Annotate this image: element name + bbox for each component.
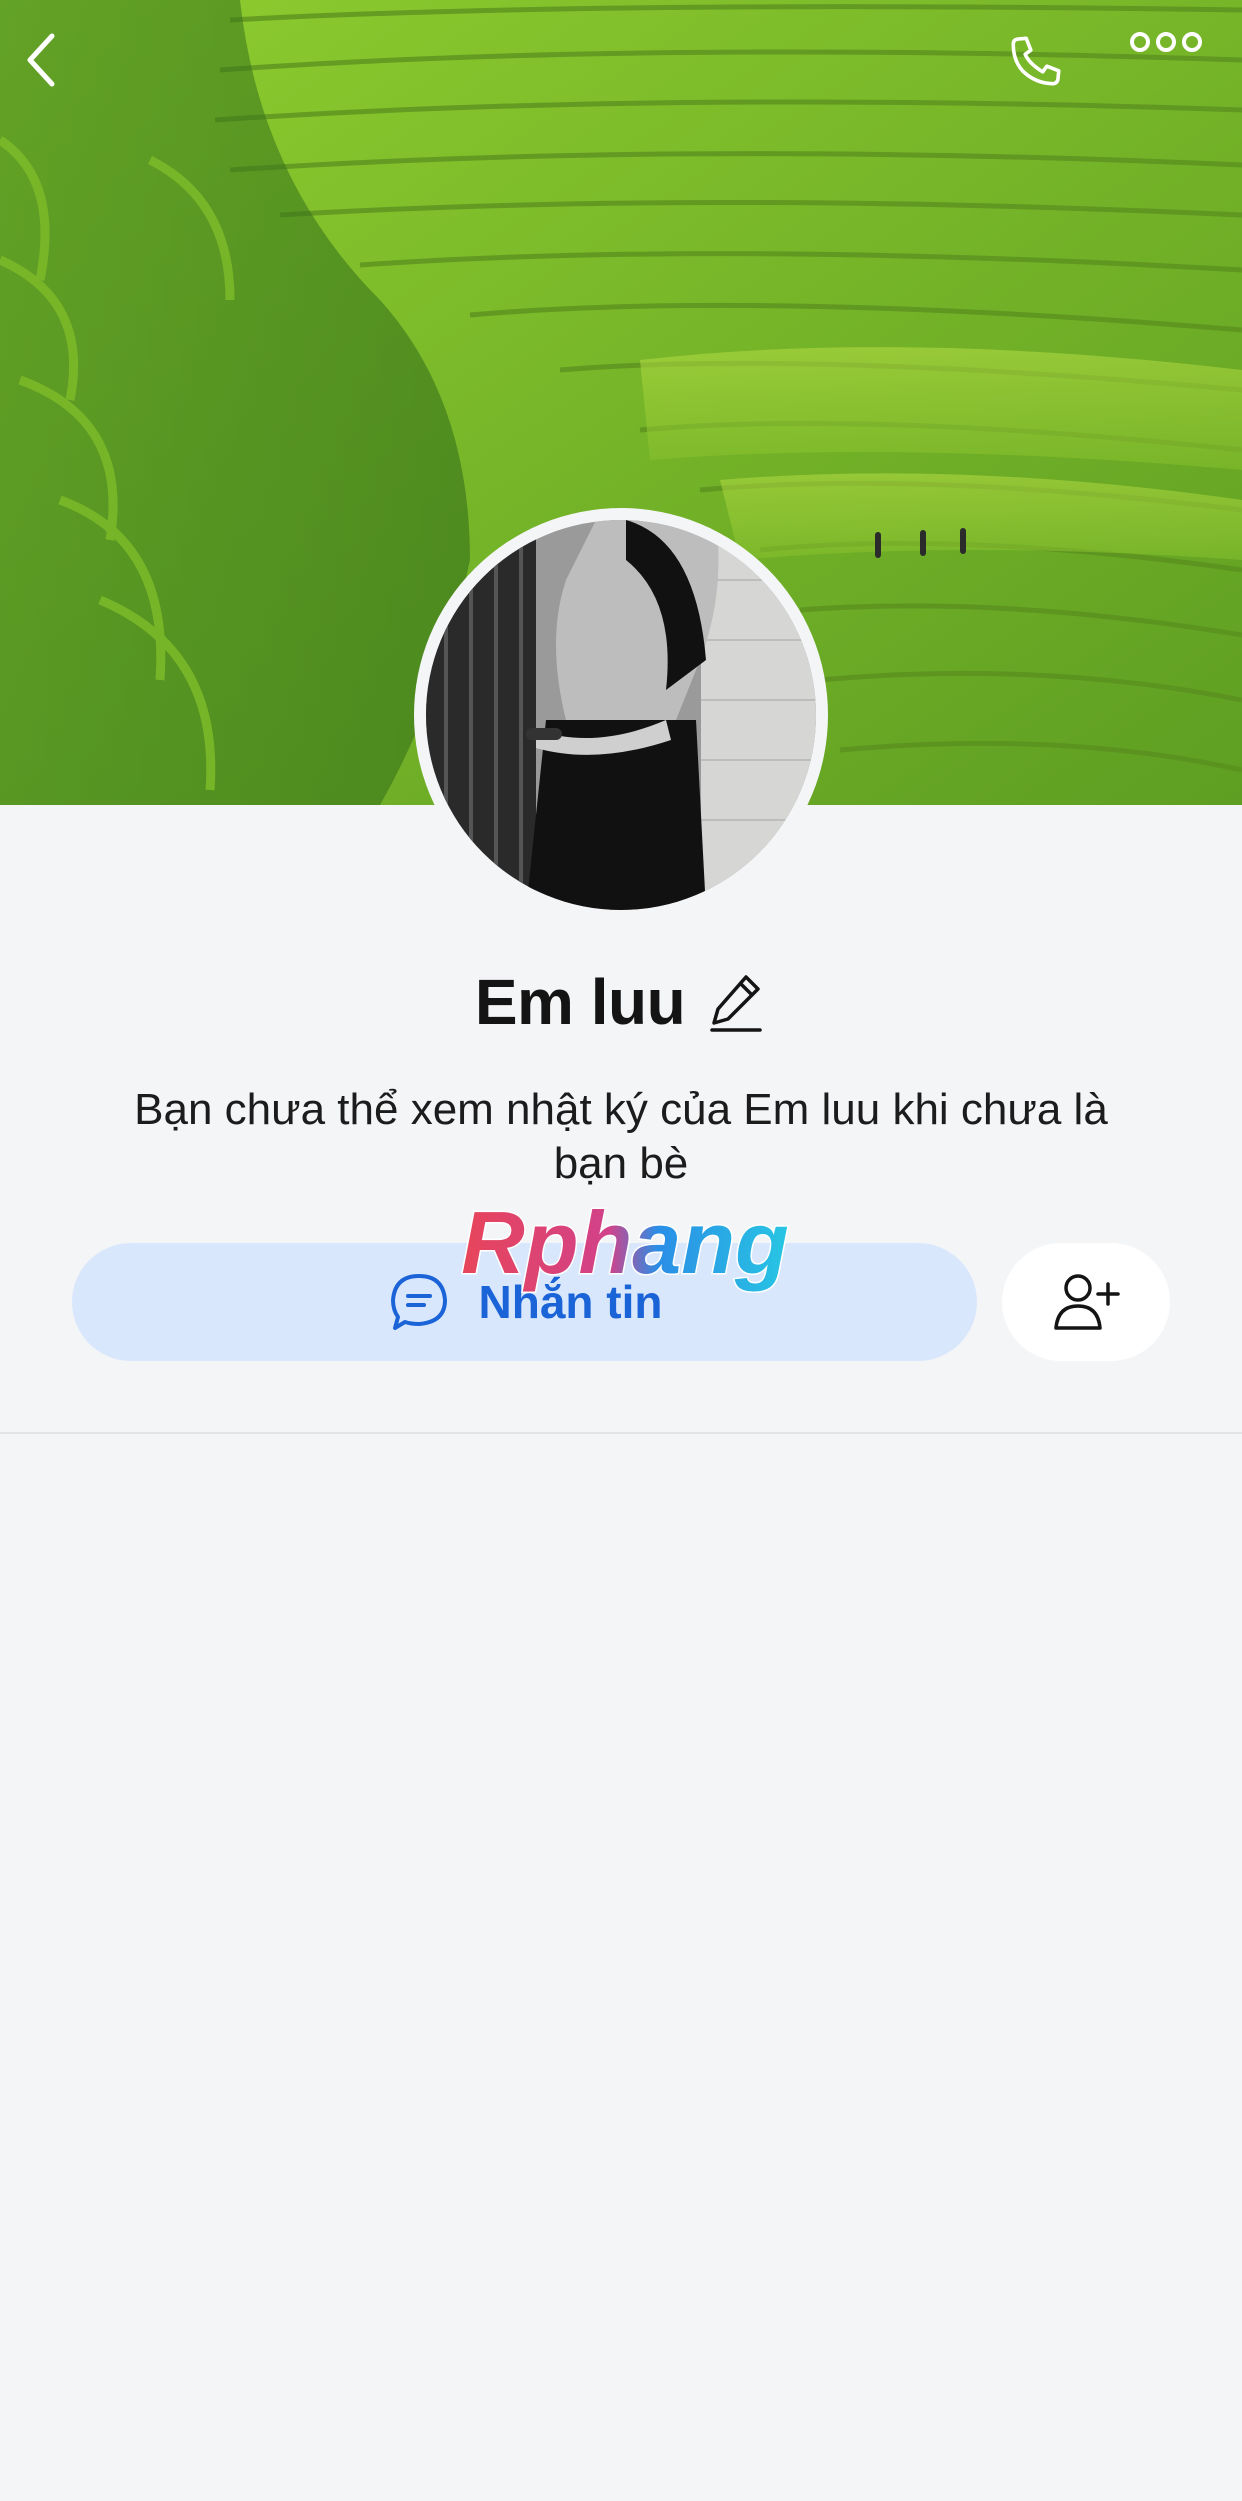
pencil-icon xyxy=(710,975,762,1032)
avatar[interactable] xyxy=(426,520,816,910)
edit-name-button[interactable] xyxy=(705,971,767,1033)
more-button[interactable] xyxy=(1130,30,1220,110)
chevron-left-icon xyxy=(27,33,55,87)
message-button[interactable]: Nhắn tin xyxy=(72,1243,977,1361)
profile-name: Em luu xyxy=(474,966,686,1038)
profile-name-row: Em luu xyxy=(0,965,1242,1039)
back-button[interactable] xyxy=(22,30,102,110)
phone-icon xyxy=(1011,36,1061,86)
add-user-icon xyxy=(1054,1274,1120,1330)
message-button-label: Nhắn tin xyxy=(478,1276,663,1328)
profile-page: Em luu Bạn chưa thể xem nhật ký của Em l… xyxy=(0,0,1242,2501)
call-button[interactable] xyxy=(1005,30,1085,110)
add-friend-button[interactable] xyxy=(1002,1243,1170,1361)
diary-restriction-notice: Bạn chưa thể xem nhật ký của Em luu khi … xyxy=(134,1085,1108,1188)
section-divider xyxy=(0,1432,1242,1434)
chat-bubble-icon xyxy=(390,1274,447,1330)
avatar-photo xyxy=(426,520,816,910)
more-dots-icon xyxy=(1130,32,1202,52)
avatar-frame xyxy=(414,508,828,922)
